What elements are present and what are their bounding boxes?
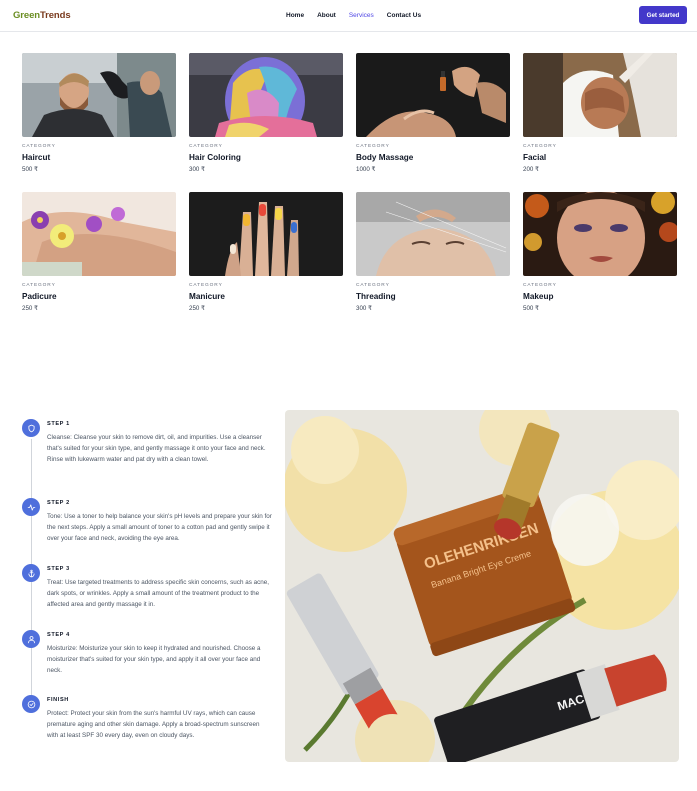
service-category: CATEGORY <box>22 283 56 288</box>
service-card-makeup[interactable]: CATEGORY Makeup 500 ₹ <box>523 192 677 331</box>
step-heading: STEP 2 <box>47 500 70 506</box>
facial-image <box>523 53 677 137</box>
service-title[interactable]: Padicure <box>22 292 176 301</box>
service-card-haircut[interactable]: CATEGORY Haircut 500 ₹ <box>22 53 176 192</box>
body-massage-image <box>356 53 510 137</box>
nav-services[interactable]: Services <box>349 12 374 19</box>
service-card-padicure[interactable]: CATEGORY Padicure 250 ₹ <box>22 192 176 331</box>
shield-icon <box>22 419 40 437</box>
cosmetics-feature-image: OLEHENRIKSEN Banana Bright Eye Creme MAC <box>285 410 679 762</box>
logo[interactable]: GreenTrends <box>13 10 71 21</box>
service-price: 250 ₹ <box>189 305 205 312</box>
step-heading: STEP 3 <box>47 566 70 572</box>
service-card-body-massage[interactable]: CATEGORY Body Massage 1000 ₹ <box>356 53 510 192</box>
manicure-image <box>189 192 343 276</box>
services-grid: CATEGORY Haircut 500 ₹ CATEGORY Hair Col… <box>22 53 679 331</box>
service-price: 250 ₹ <box>22 305 38 312</box>
logo-part-trends: Trends <box>39 10 71 21</box>
service-title[interactable]: Makeup <box>523 292 677 301</box>
nav-home[interactable]: Home <box>286 12 304 19</box>
service-price: 300 ₹ <box>356 305 372 312</box>
service-card-manicure[interactable]: CATEGORY Manicure 250 ₹ <box>189 192 343 331</box>
service-title[interactable]: Hair Coloring <box>189 153 343 162</box>
anchor-icon <box>22 564 40 582</box>
service-card-facial[interactable]: CATEGORY Facial 200 ₹ <box>523 53 677 192</box>
haircut-image <box>22 53 176 137</box>
hair-coloring-image <box>189 53 343 137</box>
threading-image <box>356 192 510 276</box>
service-title[interactable]: Manicure <box>189 292 343 301</box>
service-category: CATEGORY <box>189 283 223 288</box>
service-price: 300 ₹ <box>189 166 205 173</box>
step-description: Treat: Use targeted treatments to addres… <box>47 579 270 609</box>
service-price: 500 ₹ <box>523 305 539 312</box>
service-category: CATEGORY <box>356 144 390 149</box>
service-category: CATEGORY <box>356 283 390 288</box>
service-title[interactable]: Facial <box>523 153 677 162</box>
step-heading: STEP 1 <box>47 421 70 427</box>
service-price: 500 ₹ <box>22 166 38 173</box>
makeup-image <box>523 192 677 276</box>
service-card-threading[interactable]: CATEGORY Threading 300 ₹ <box>356 192 510 331</box>
site-header: GreenTrends Home About Services Contact … <box>0 0 697 32</box>
service-price: 1000 ₹ <box>356 166 376 173</box>
step-description: Protect: Protect your skin from the sun'… <box>47 710 260 740</box>
pulse-icon <box>22 498 40 516</box>
step-heading: FINISH <box>47 697 69 703</box>
nav-about[interactable]: About <box>317 12 336 19</box>
service-price: 200 ₹ <box>523 166 539 173</box>
step-description: Moisturize: Moisturize your skin to keep… <box>47 645 261 675</box>
step-description: Tone: Use a toner to help balance your s… <box>47 513 272 543</box>
service-category: CATEGORY <box>523 144 557 149</box>
service-category: CATEGORY <box>523 283 557 288</box>
padicure-image <box>22 192 176 276</box>
service-title[interactable]: Body Massage <box>356 153 510 162</box>
logo-part-green: Green <box>13 10 40 21</box>
step-description: Cleanse: Cleanse your skin to remove dir… <box>47 434 266 464</box>
service-category: CATEGORY <box>22 144 56 149</box>
step-heading: STEP 4 <box>47 632 70 638</box>
service-title[interactable]: Threading <box>356 292 510 301</box>
main-nav: Home About Services Contact Us <box>286 12 421 19</box>
get-started-button[interactable]: Get started <box>639 6 687 24</box>
service-title[interactable]: Haircut <box>22 153 176 162</box>
check-circle-icon <box>22 695 40 713</box>
nav-contact[interactable]: Contact Us <box>387 12 421 19</box>
user-icon <box>22 630 40 648</box>
service-card-hair-coloring[interactable]: CATEGORY Hair Coloring 300 ₹ <box>189 53 343 192</box>
service-category: CATEGORY <box>189 144 223 149</box>
